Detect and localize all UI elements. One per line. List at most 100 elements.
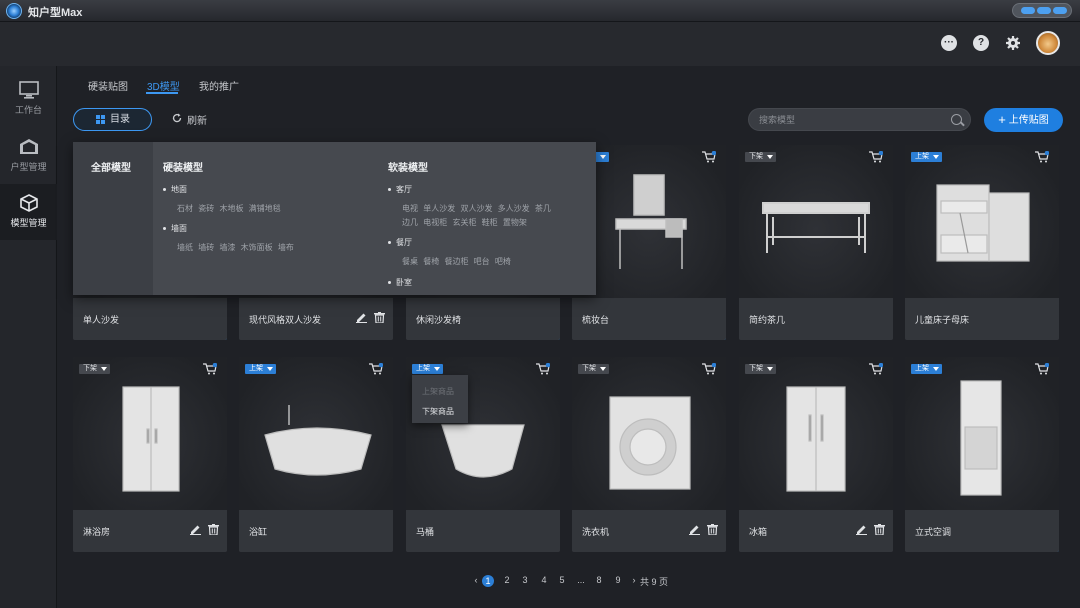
tab-hard-texture[interactable]: 硬装贴图 bbox=[88, 78, 128, 93]
menu-soft-group-dining[interactable]: 餐厅 bbox=[388, 237, 412, 248]
pagination-prev[interactable]: ‹ bbox=[470, 575, 482, 585]
sidebar-item-label: 户型管理 bbox=[10, 162, 47, 172]
settings-gear-icon[interactable] bbox=[1005, 35, 1021, 51]
card-footer: 冰箱 bbox=[739, 510, 893, 552]
model-card[interactable]: 下架 淋浴房 bbox=[73, 357, 227, 552]
model-card[interactable]: 下架 洗衣机 bbox=[572, 357, 726, 552]
tab-my-promotion[interactable]: 我的推广 bbox=[199, 78, 239, 93]
model-card[interactable]: 上架 浴缸 bbox=[239, 357, 393, 552]
delete-icon[interactable] bbox=[874, 524, 885, 535]
model-card[interactable]: 下架冰箱 bbox=[739, 357, 893, 552]
status-label: 下架 bbox=[749, 153, 763, 160]
sidebar-item-model-management[interactable]: 模型管理 bbox=[0, 184, 57, 240]
chevron-down-icon bbox=[767, 155, 773, 159]
status-select[interactable]: 下架 bbox=[745, 152, 776, 162]
chevron-down-icon bbox=[767, 367, 773, 371]
help-icon[interactable]: ? bbox=[973, 35, 989, 51]
model-preview[interactable] bbox=[739, 357, 893, 510]
model-card[interactable]: 上架已售立式空调 bbox=[905, 357, 1059, 552]
status-select[interactable]: 下架 bbox=[578, 364, 609, 374]
message-icon[interactable]: ··· bbox=[941, 35, 957, 51]
cart-icon[interactable] bbox=[1035, 151, 1049, 163]
menu-hard-floor-items[interactable]: 石材 瓷砖 木地板 满铺地毯 bbox=[177, 203, 281, 214]
chevron-down-icon bbox=[600, 155, 606, 159]
pagination-page[interactable]: 1 bbox=[482, 575, 494, 587]
delete-icon[interactable] bbox=[208, 524, 219, 535]
model-card[interactable]: 下架 简约茶几 bbox=[739, 145, 893, 340]
menu-soft-dining-items[interactable]: 餐桌 餐椅 餐边柜 吧台 吧椅 bbox=[402, 256, 511, 267]
menu-hard-group-floor[interactable]: 地面 bbox=[163, 184, 187, 195]
delete-icon[interactable] bbox=[707, 524, 718, 535]
tab-3d-model[interactable]: 3D模型 bbox=[147, 78, 180, 93]
model-name: 简约茶几 bbox=[749, 315, 786, 325]
model-preview[interactable] bbox=[239, 357, 393, 510]
cart-icon[interactable] bbox=[869, 363, 883, 375]
pagination-page[interactable]: 5 bbox=[556, 575, 568, 585]
pagination-page[interactable]: ... bbox=[575, 575, 587, 585]
cart-icon[interactable] bbox=[369, 363, 383, 375]
pagination-page[interactable]: 9 bbox=[612, 575, 624, 585]
chevron-down-icon bbox=[933, 367, 939, 371]
menu-all-models[interactable]: 全部模型 bbox=[91, 159, 131, 174]
menu-soft-title[interactable]: 软装模型 bbox=[388, 159, 428, 174]
menu-hard-wall-items[interactable]: 墙纸 墙砖 墙漆 木饰面板 墙布 bbox=[177, 242, 294, 253]
pagination-page[interactable]: 3 bbox=[519, 575, 531, 585]
status-option-on-shelf[interactable]: 上架商品 bbox=[422, 386, 454, 397]
cart-icon[interactable] bbox=[702, 363, 716, 375]
cart-icon[interactable] bbox=[536, 363, 550, 375]
user-avatar[interactable] bbox=[1036, 31, 1060, 55]
card-footer: 休闲沙发椅 bbox=[406, 298, 560, 340]
edit-icon[interactable] bbox=[356, 312, 367, 323]
cart-icon[interactable] bbox=[1035, 363, 1049, 375]
cart-icon[interactable] bbox=[702, 151, 716, 163]
cart-icon[interactable] bbox=[203, 363, 217, 375]
cart-icon[interactable] bbox=[869, 151, 883, 163]
monitor-icon bbox=[18, 81, 39, 99]
upload-texture-button[interactable]: + 上传贴图 bbox=[984, 108, 1063, 132]
sidebar-item-floorplan[interactable]: 户型管理 bbox=[0, 128, 57, 184]
menu-soft-group-living[interactable]: 客厅 bbox=[388, 184, 412, 195]
status-select[interactable]: 上架 bbox=[911, 152, 942, 162]
menu-hard-group-wall[interactable]: 墙面 bbox=[163, 223, 187, 234]
status-label: 上架 bbox=[416, 365, 430, 372]
status-select[interactable]: 上架 bbox=[245, 364, 276, 374]
close-button[interactable] bbox=[1053, 7, 1067, 14]
model-preview[interactable] bbox=[73, 357, 227, 510]
delete-icon[interactable] bbox=[374, 312, 385, 323]
model-preview[interactable] bbox=[739, 145, 893, 298]
refresh-button-label: 刷新 bbox=[187, 116, 207, 127]
search-box bbox=[748, 108, 971, 131]
menu-soft-group-bedroom[interactable]: 卧室 bbox=[388, 277, 412, 288]
status-select[interactable]: 下架 bbox=[745, 364, 776, 374]
maximize-button[interactable] bbox=[1037, 7, 1051, 14]
edit-icon[interactable] bbox=[856, 524, 867, 535]
pagination-page[interactable]: 4 bbox=[538, 575, 550, 585]
status-select[interactable]: 上架 bbox=[911, 364, 942, 374]
model-thumbnail bbox=[609, 396, 691, 490]
model-name: 梳妆台 bbox=[582, 315, 610, 325]
catalog-button[interactable]: 目录 bbox=[73, 108, 152, 131]
model-name: 休闲沙发椅 bbox=[416, 315, 462, 325]
sidebar-item-workbench[interactable]: 工作台 bbox=[0, 71, 57, 127]
status-option-off-shelf[interactable]: 下架商品 bbox=[422, 406, 454, 417]
model-preview[interactable] bbox=[905, 357, 1059, 510]
status-select[interactable]: 上架 bbox=[412, 364, 443, 374]
card-footer: 儿童床子母床 bbox=[905, 298, 1059, 340]
edit-icon[interactable] bbox=[689, 524, 700, 535]
minimize-button[interactable] bbox=[1021, 7, 1035, 14]
search-icon[interactable] bbox=[951, 114, 962, 125]
app-logo-icon bbox=[6, 3, 22, 19]
pagination-page[interactable]: 8 bbox=[593, 575, 605, 585]
status-select[interactable]: 下架 bbox=[79, 364, 110, 374]
menu-hard-title[interactable]: 硬装模型 bbox=[163, 159, 203, 174]
search-input[interactable] bbox=[759, 112, 939, 128]
model-preview[interactable] bbox=[572, 357, 726, 510]
model-preview[interactable] bbox=[905, 145, 1059, 298]
pagination-page[interactable]: 2 bbox=[501, 575, 513, 585]
model-name: 马桶 bbox=[416, 527, 435, 537]
pagination-next[interactable]: › bbox=[628, 575, 640, 585]
menu-soft-living-items[interactable]: 电视 单人沙发 双人沙发 多人沙发 茶几 bbox=[402, 203, 551, 214]
model-card[interactable]: 上架儿童床子母床 bbox=[905, 145, 1059, 340]
menu-soft-living-items-2[interactable]: 边几 电视柜 玄关柜 鞋柜 置物架 bbox=[402, 217, 527, 228]
edit-icon[interactable] bbox=[190, 524, 201, 535]
